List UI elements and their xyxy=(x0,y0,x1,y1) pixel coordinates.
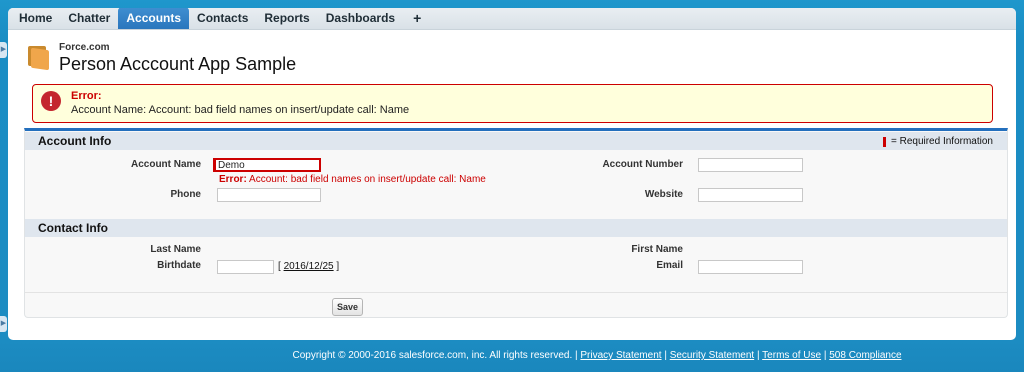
508-compliance-link[interactable]: 508 Compliance xyxy=(829,350,901,361)
error-text: Account Name: Account: bad field names o… xyxy=(71,104,410,116)
required-info-legend: = Required Information xyxy=(882,133,993,151)
last-name-label: Last Name xyxy=(150,244,201,255)
button-row: Save xyxy=(25,292,1007,320)
account-name-error: Error: Account: bad field names on inser… xyxy=(219,174,486,185)
birthdate-today-link[interactable]: [ 2016/12/25 ] xyxy=(278,261,339,272)
email-field[interactable] xyxy=(698,260,803,274)
tab-contacts[interactable]: Contacts xyxy=(189,8,256,29)
page-subtitle: Force.com xyxy=(59,42,110,53)
left-collapse-handle-bottom[interactable]: ▶ xyxy=(0,316,7,332)
footer: Copyright © 2000-2016 salesforce.com, in… xyxy=(292,350,902,361)
tab-home[interactable]: Home xyxy=(11,8,60,29)
tab-dashboards[interactable]: Dashboards xyxy=(318,8,403,29)
error-message-box: ! Error: Account Name: Account: bad fiel… xyxy=(32,84,993,123)
account-number-label: Account Number xyxy=(602,159,683,170)
folder-icon xyxy=(26,46,50,71)
account-name-label: Account Name xyxy=(130,159,201,170)
edit-form-panel: Account Info = Required Information Acco… xyxy=(24,128,1008,318)
section-title: Account Info xyxy=(38,134,112,148)
birthdate-field[interactable] xyxy=(217,260,274,274)
phone-label: Phone xyxy=(170,189,201,200)
add-tab-button[interactable]: + xyxy=(403,8,431,29)
phone-field[interactable] xyxy=(217,188,321,202)
tab-reports[interactable]: Reports xyxy=(256,8,317,29)
section-header-account-info: Account Info = Required Information xyxy=(25,132,1007,150)
error-icon: ! xyxy=(41,91,61,111)
account-name-field[interactable]: Demo xyxy=(213,158,321,172)
page-header: Force.com Person Acccount App Sample xyxy=(26,42,296,75)
left-collapse-handle-top[interactable]: ▶ xyxy=(0,42,7,58)
first-name-label: First Name xyxy=(631,244,683,255)
privacy-statement-link[interactable]: Privacy Statement xyxy=(580,350,661,361)
save-button[interactable]: Save xyxy=(332,298,363,316)
tab-chatter[interactable]: Chatter xyxy=(60,8,118,29)
birthdate-label: Birthdate xyxy=(157,260,201,271)
page-title: Person Acccount App Sample xyxy=(59,54,297,74)
account-number-field[interactable] xyxy=(698,158,803,172)
website-label: Website xyxy=(644,189,683,200)
tab-accounts[interactable]: Accounts xyxy=(118,8,190,29)
website-field[interactable] xyxy=(698,188,803,202)
required-marker-icon xyxy=(882,137,886,147)
copyright-text: Copyright © 2000-2016 salesforce.com, in… xyxy=(292,350,573,361)
section-title: Contact Info xyxy=(38,221,108,235)
tab-bar: Home Chatter Accounts Contacts Reports D… xyxy=(8,8,1016,30)
required-info-text: = Required Information xyxy=(890,136,993,147)
email-label: Email xyxy=(656,260,683,271)
security-statement-link[interactable]: Security Statement xyxy=(670,350,754,361)
error-title: Error: xyxy=(71,90,102,102)
section-header-contact-info: Contact Info xyxy=(25,219,1007,237)
terms-of-use-link[interactable]: Terms of Use xyxy=(762,350,821,361)
